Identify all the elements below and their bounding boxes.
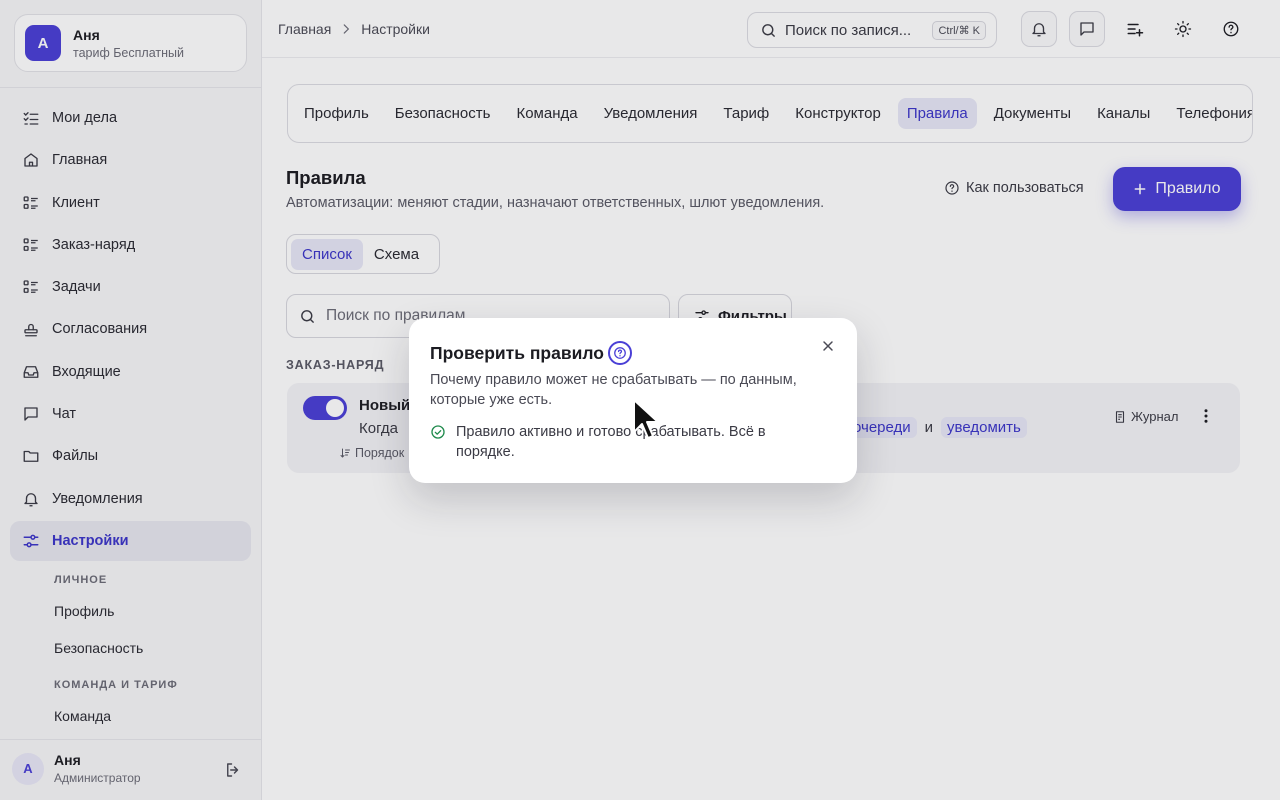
dialog-title-text: Проверить правило — [430, 342, 604, 363]
close-icon[interactable] — [820, 338, 836, 354]
dialog-help-badge[interactable] — [607, 341, 632, 365]
check-circle-icon — [431, 425, 445, 439]
dialog-status: Правило активно и готово срабатывать. Вс… — [430, 422, 796, 462]
mouse-pointer-icon — [633, 399, 659, 439]
help-icon — [614, 347, 626, 359]
dialog-status-text: Правило активно и готово срабатывать. Вс… — [456, 424, 766, 460]
dialog-description: Почему правило может не срабатывать — по… — [430, 372, 797, 408]
dialog-title: Проверить правило — [430, 341, 632, 365]
